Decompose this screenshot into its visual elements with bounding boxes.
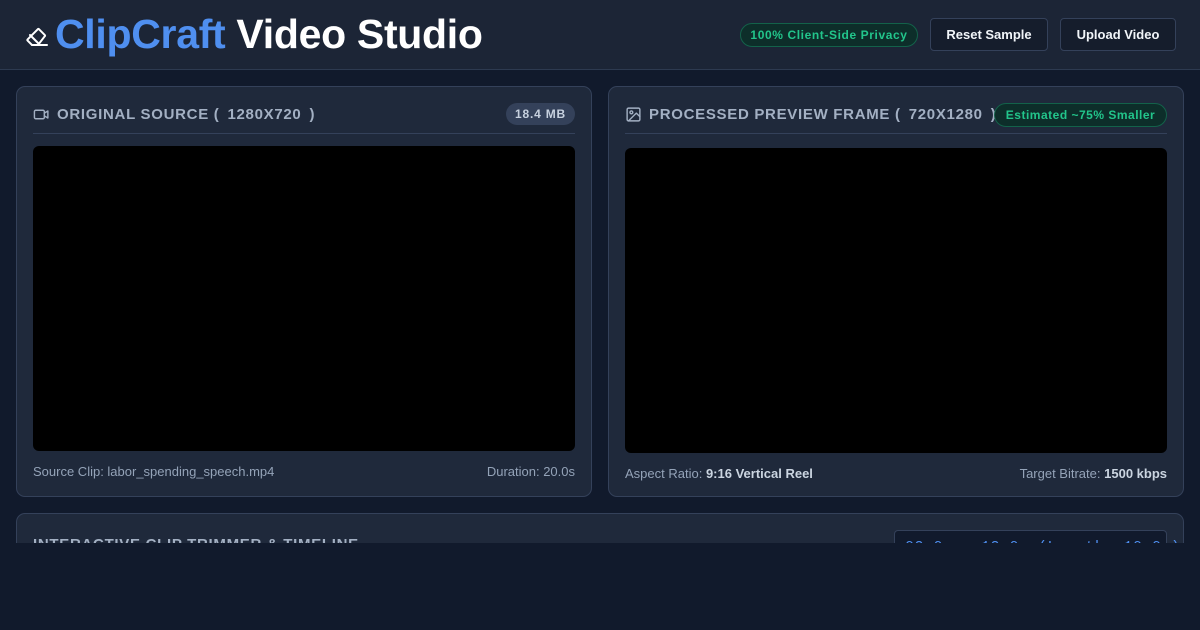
file-size-badge: 18.4 MB [506, 103, 575, 125]
panel-footer: Aspect Ratio: 9:16 Vertical Reel Target … [625, 464, 1167, 482]
panel-header: ORIGINAL SOURCE ( 1280X720 ) 18.4 MB [33, 103, 575, 134]
source-clip-name: Source Clip: labor_spending_speech.mp4 [33, 463, 275, 479]
panel-title: PROCESSED PREVIEW FRAME ( 720X1280 ) [625, 103, 996, 125]
image-icon [626, 106, 641, 122]
panel-header: PROCESSED PREVIEW FRAME ( 720X1280 ) Est… [625, 103, 1167, 134]
target-bitrate: Target Bitrate: 1500 kbps [1020, 466, 1167, 481]
app-title-rest: Video Studio [236, 10, 483, 57]
size-savings-badge: Estimated ~75% Smaller [994, 103, 1167, 127]
preview-frame-canvas[interactable] [625, 148, 1167, 453]
reset-sample-button[interactable]: Reset Sample [930, 18, 1048, 51]
panel-footer: Source Clip: labor_spending_speech.mp4 D… [33, 462, 575, 480]
pencil-eraser-icon [26, 28, 48, 46]
upload-video-button[interactable]: Upload Video [1060, 18, 1176, 51]
source-video-player[interactable] [33, 146, 575, 451]
video-camera-icon [33, 109, 49, 119]
preview-dimensions: 720X1280 [908, 105, 983, 123]
processed-preview-panel: PROCESSED PREVIEW FRAME ( 720X1280 ) Est… [608, 86, 1184, 497]
title-suffix: ) [309, 105, 316, 123]
target-bitrate-label: Target Bitrate: [1019, 465, 1101, 481]
aspect-ratio-label: Aspect Ratio: [625, 465, 703, 481]
source-dimensions: 1280X720 [227, 105, 302, 123]
app-title: ClipCraft Video Studio [25, 10, 483, 58]
source-duration: Duration: 20.0s [486, 463, 575, 479]
original-source-panel: ORIGINAL SOURCE ( 1280X720 ) 18.4 MB Sou… [16, 86, 592, 497]
viewport-edge [0, 543, 1200, 630]
panel-title: ORIGINAL SOURCE ( 1280X720 ) [33, 103, 315, 125]
app-header: ClipCraft Video Studio 100% Client-Side … [0, 0, 1200, 70]
aspect-ratio: Aspect Ratio: 9:16 Vertical Reel [625, 466, 813, 481]
privacy-badge: 100% Client-Side Privacy [740, 23, 918, 47]
app-title-accent: ClipCraft [55, 10, 226, 57]
title-prefix: ORIGINAL SOURCE ( [57, 105, 220, 123]
aspect-ratio-value: 9:16 Vertical Reel [705, 465, 813, 481]
target-bitrate-value: 1500 kbps [1104, 465, 1167, 481]
title-prefix: PROCESSED PREVIEW FRAME ( [649, 105, 901, 123]
